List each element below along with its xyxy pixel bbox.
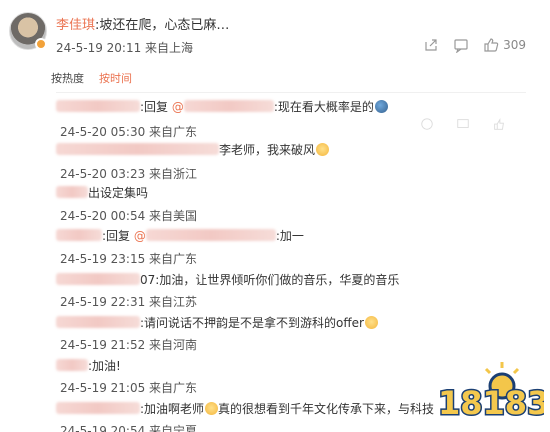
mention-blurred [145,229,276,241]
face-emoji-icon [316,143,330,156]
reply-meta: 24-5-20 03:23 来自浙江 [60,167,198,181]
comment-body: :坡还在爬，心态已麻… [95,18,230,33]
reply-author-blurred[interactable] [56,143,219,155]
like-button[interactable]: 309 [483,37,526,53]
reply-meta: 24-5-19 21:05 来自广东 [60,381,198,395]
reply-author-blurred[interactable] [56,359,88,371]
verified-badge-icon [35,38,47,50]
mention-link[interactable]: @ [172,100,184,114]
reply-text: 李老师，我来破风 [56,141,330,158]
reply-text: 出设定集吗 [56,184,148,201]
reply-author-blurred[interactable] [56,186,88,198]
site-logo-watermark: 18183 [437,362,544,424]
reply-author-blurred[interactable] [56,316,140,328]
reply-text: :回复 @:现在看大概率是的 [56,98,388,115]
comment-icon[interactable] [456,117,470,131]
reply-action-icons [420,117,506,131]
reply-text: :加油! [56,357,121,374]
sort-tabs: 按热度 按时间 [51,70,132,86]
tab-sort-time[interactable]: 按时间 [99,70,132,86]
reply-meta: 24-5-19 20:54 来自宁夏 [60,424,198,432]
main-comment-text: 李佳琪:坡还在爬，心态已麻… [56,14,229,33]
mention-link[interactable]: @ [134,229,146,243]
reply-meta: 24-5-19 23:15 来自广东 [60,252,198,266]
like-icon [483,37,499,53]
mention-blurred [183,100,274,112]
reply-author-blurred[interactable] [56,402,140,414]
comment-icon[interactable] [453,37,469,53]
reply-author-blurred[interactable] [56,100,140,112]
reply-text: :请问说话不押韵是不是拿不到游科的offer [56,314,378,331]
reply-text: :回复 @:加一 [56,227,304,244]
face-emoji-icon [364,316,378,329]
like-count: 309 [503,38,526,52]
main-comment: 李佳琪:坡还在爬，心态已麻… 24-5-19 20:11 来自上海 309 [0,0,550,66]
tab-sort-hot[interactable]: 按热度 [51,70,84,86]
reply-meta: 24-5-20 05:30 来自广东 [60,125,198,139]
reply-text: :加油啊老师 真的很想看到千年文化传承下来，与科技 [56,400,434,417]
earth-emoji-icon [374,100,388,113]
face-emoji-icon [205,402,219,415]
reply-meta: 24-5-19 22:31 来自江苏 [60,295,198,309]
like-icon[interactable] [492,117,506,131]
share-icon[interactable] [420,117,434,131]
reply-author-blurred[interactable] [56,273,140,285]
comment-author[interactable]: 李佳琪 [56,18,95,33]
reply-meta: 24-5-19 21:52 来自河南 [60,338,198,352]
comment-meta: 24-5-19 20:11 来自上海 [56,41,194,55]
reply-author-blurred[interactable] [56,229,102,241]
reply-text: 07:加油，让世界倾听你们做的音乐，华夏的音乐 [56,271,399,288]
share-icon[interactable] [423,37,439,53]
reply-meta: 24-5-20 00:54 来自美国 [60,209,198,223]
comment-actions: 309 [423,37,526,53]
svg-text:18183: 18183 [438,384,544,422]
